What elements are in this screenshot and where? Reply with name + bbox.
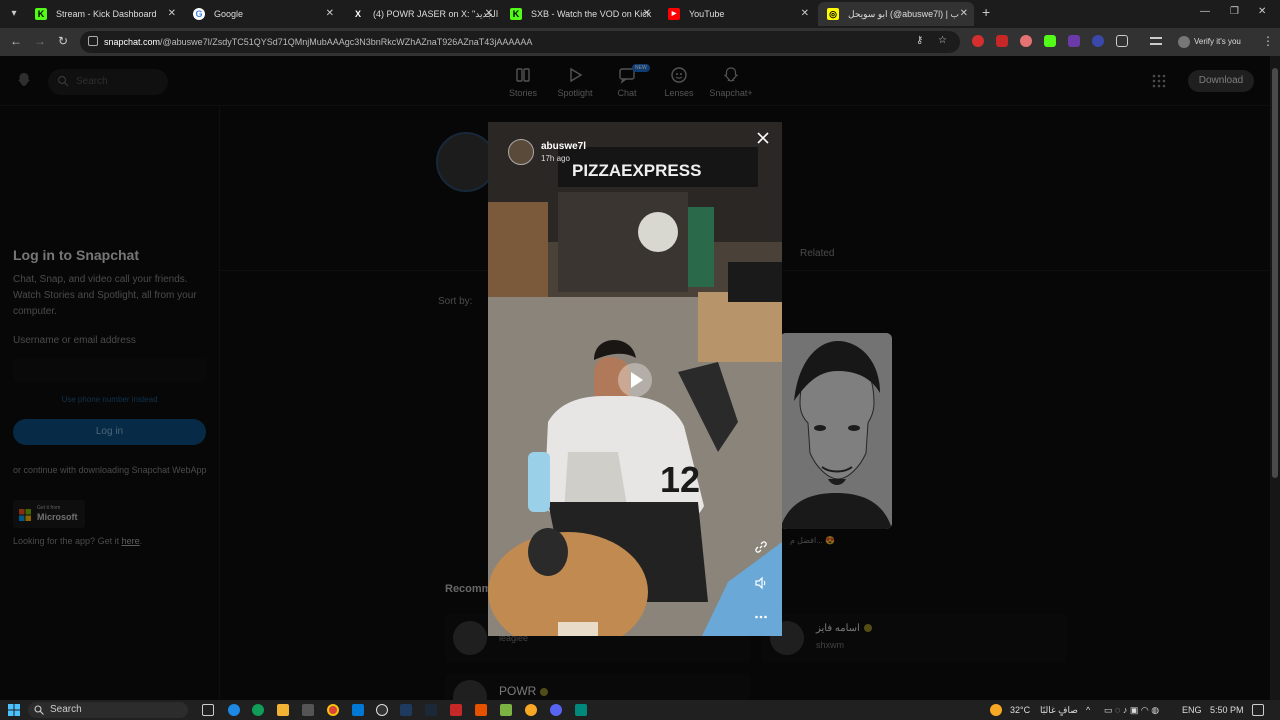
story-timestamp: 17h ago — [541, 154, 570, 163]
tab-youtube[interactable]: ▶ YouTube ✕ — [659, 2, 815, 26]
minimize-icon[interactable]: — — [1200, 6, 1210, 17]
tab-search-menu-icon[interactable]: ▾ — [6, 6, 22, 22]
extensions-puzzle-icon[interactable] — [1116, 35, 1128, 47]
discord-icon[interactable] — [550, 704, 562, 716]
browser-tab-bar: ▾ K Stream - Kick Dashboard ✕ G Google ✕… — [0, 0, 1280, 28]
task-view-icon[interactable] — [202, 704, 214, 716]
link-icon[interactable] — [754, 540, 768, 554]
tab-google[interactable]: G Google ✕ — [184, 2, 340, 26]
new-tab-icon[interactable]: + — [982, 4, 990, 20]
avatar — [1178, 36, 1190, 48]
play-button[interactable] — [618, 363, 652, 397]
weather-temp[interactable]: 32°C — [1010, 700, 1030, 720]
copilot-icon[interactable] — [228, 704, 240, 716]
kick-icon: K — [510, 8, 522, 20]
windows-taskbar: Search 32°C صافٍ غالبًا ^ ▭ ◌ ♪ ▣ ◠ ◍ EN… — [0, 700, 1280, 720]
close-tab-icon[interactable]: ✕ — [960, 2, 968, 26]
extension-icon[interactable] — [1020, 35, 1032, 47]
outlook-icon[interactable] — [352, 704, 364, 716]
bookmark-star-icon[interactable]: ☆ — [938, 35, 947, 46]
page-scrollbar[interactable] — [1270, 56, 1280, 700]
extension-icon[interactable] — [996, 35, 1008, 47]
kick-icon: K — [35, 8, 47, 20]
story-username[interactable]: abuswe7l — [541, 141, 586, 152]
app-icon[interactable] — [525, 704, 537, 716]
restore-icon[interactable]: ❐ — [1230, 6, 1239, 17]
notifications-icon[interactable] — [1252, 704, 1264, 716]
url-text[interactable]: snapchat.com/@abuswe7l/ZsdyTC51QYSd71QMn… — [104, 31, 532, 53]
more-options-icon[interactable] — [754, 610, 768, 624]
address-bar[interactable]: snapchat.com/@abuswe7l/ZsdyTC51QYSd71QMn… — [80, 31, 960, 53]
close-tab-icon[interactable]: ✕ — [168, 2, 176, 26]
taskbar-search[interactable]: Search — [28, 702, 188, 718]
snapchat-icon: ◎ — [827, 8, 839, 20]
google-icon: G — [193, 8, 205, 20]
language-indicator[interactable]: ENG — [1182, 700, 1202, 720]
story-viewer[interactable]: PIZZAEXPRESS 12 abuswe7l 17h ago — [488, 122, 782, 636]
extension-icon[interactable] — [1068, 35, 1080, 47]
tray-icons[interactable]: ▭ ◌ ♪ ▣ ◠ ◍ — [1104, 700, 1159, 720]
reload-icon[interactable]: ↻ — [58, 34, 68, 48]
tab-x-post[interactable]: X (4) POWR JASER on X: "الجديد... ✕ — [343, 2, 499, 26]
mute-icon[interactable] — [754, 576, 768, 590]
app-icon[interactable] — [400, 704, 412, 716]
search-icon — [34, 705, 44, 715]
edge-icon[interactable] — [252, 704, 264, 716]
app-icon[interactable] — [575, 704, 587, 716]
weather-icon[interactable] — [990, 704, 1002, 716]
jersey-number: 12 — [660, 459, 700, 500]
app-icon[interactable] — [450, 704, 462, 716]
app-icon[interactable] — [475, 704, 487, 716]
password-key-icon[interactable]: ⚷ — [916, 35, 923, 46]
play-icon — [631, 372, 643, 388]
tray-chevron-icon[interactable]: ^ — [1086, 700, 1090, 720]
extension-icon[interactable] — [1092, 35, 1104, 47]
steam-icon[interactable] — [425, 704, 437, 716]
clock[interactable]: 5:50 PM — [1210, 700, 1244, 720]
back-icon[interactable]: ← — [10, 34, 22, 48]
reading-list-icon[interactable] — [1150, 37, 1162, 45]
close-tab-icon[interactable]: ✕ — [643, 2, 651, 26]
close-window-icon[interactable]: ✕ — [1258, 6, 1266, 17]
store-icon[interactable] — [302, 704, 314, 716]
browser-menu-icon[interactable]: ⋮ — [1262, 34, 1274, 48]
close-tab-icon[interactable]: ✕ — [801, 2, 809, 26]
forward-icon[interactable]: → — [34, 34, 46, 48]
obs-icon[interactable] — [376, 704, 388, 716]
weather-text[interactable]: صافٍ غالبًا — [1040, 700, 1078, 720]
chrome-icon[interactable] — [327, 704, 339, 716]
story-author-avatar[interactable] — [508, 139, 534, 165]
site-info-icon[interactable] — [88, 36, 98, 46]
windows-start-icon[interactable] — [8, 704, 20, 716]
tab-kick-vod[interactable]: K SXB - Watch the VOD on Kick ✕ — [501, 2, 657, 26]
app-icon[interactable] — [500, 704, 512, 716]
browser-toolbar: ← → ↻ snapchat.com/@abuswe7l/ZsdyTC51QYS… — [0, 28, 1280, 56]
scrollbar-thumb[interactable] — [1272, 68, 1278, 478]
tab-kick-dashboard[interactable]: K Stream - Kick Dashboard ✕ — [26, 2, 182, 26]
profile-button[interactable]: Verify it's you — [1178, 33, 1241, 51]
close-tab-icon[interactable]: ✕ — [485, 2, 493, 26]
file-explorer-icon[interactable] — [277, 704, 289, 716]
extension-icon[interactable] — [972, 35, 984, 47]
youtube-icon: ▶ — [668, 8, 680, 20]
close-tab-icon[interactable]: ✕ — [326, 2, 334, 26]
restaurant-sign: PIZZAEXPRESS — [572, 161, 701, 180]
close-icon[interactable] — [756, 131, 770, 145]
tab-snapchat[interactable]: ◎ ابو سويحل (@abuswe7l) | ب ✕ — [818, 2, 974, 26]
x-icon: X — [354, 9, 361, 19]
kick-extension-icon[interactable] — [1044, 35, 1056, 47]
